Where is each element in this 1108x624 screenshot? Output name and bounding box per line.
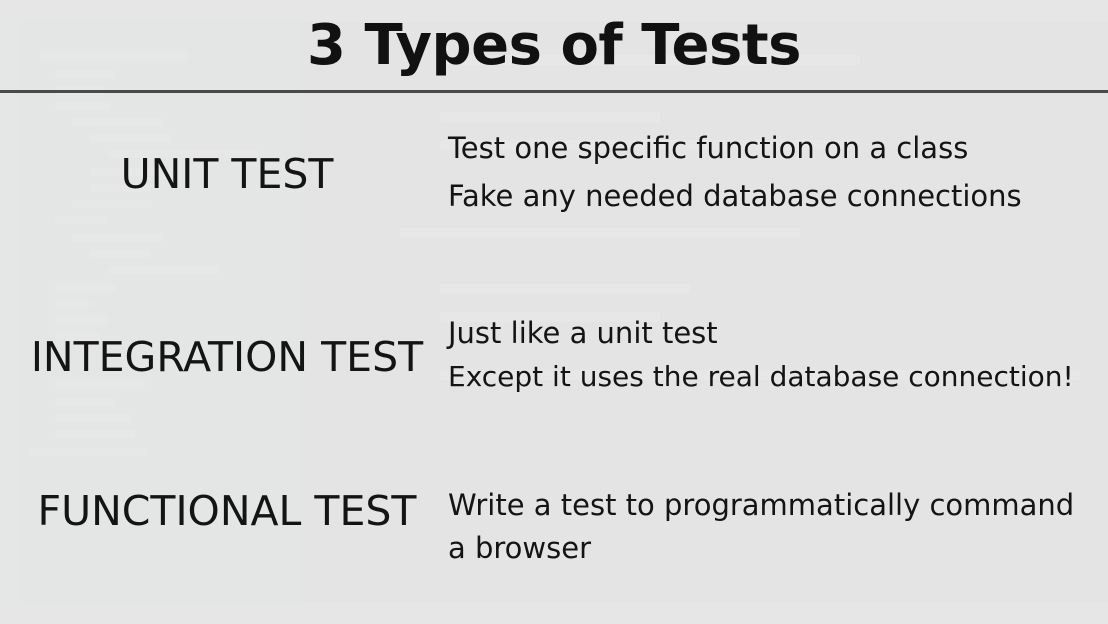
unit-test-description: Test one specific function on a class Fa… bbox=[448, 131, 1098, 213]
integration-test-line-1: Just like a unit test bbox=[448, 316, 718, 350]
integration-test-line-2: Except it uses the real database connect… bbox=[448, 360, 1074, 393]
unit-test-line-1: Test one specific function on a class bbox=[448, 131, 969, 165]
integration-test-label: INTEGRATION TEST bbox=[30, 333, 424, 381]
title-divider bbox=[0, 90, 1108, 93]
functional-test-description: Write a test to programmatically command… bbox=[448, 484, 1083, 570]
slide-title: 3 Types of Tests bbox=[307, 13, 801, 78]
functional-test-label: FUNCTIONAL TEST bbox=[37, 487, 417, 535]
slide-stage: 3 Types of Tests UNIT TEST Test one spec… bbox=[0, 0, 1108, 624]
unit-test-line-2: Fake any needed database connections bbox=[448, 179, 1022, 213]
integration-test-description: Just like a unit test Except it uses the… bbox=[448, 316, 1098, 393]
title-bar: 3 Types of Tests bbox=[0, 0, 1108, 91]
functional-test-line-1: Write a test to programmatically command… bbox=[448, 488, 1075, 565]
unit-test-label: UNIT TEST bbox=[120, 150, 334, 198]
